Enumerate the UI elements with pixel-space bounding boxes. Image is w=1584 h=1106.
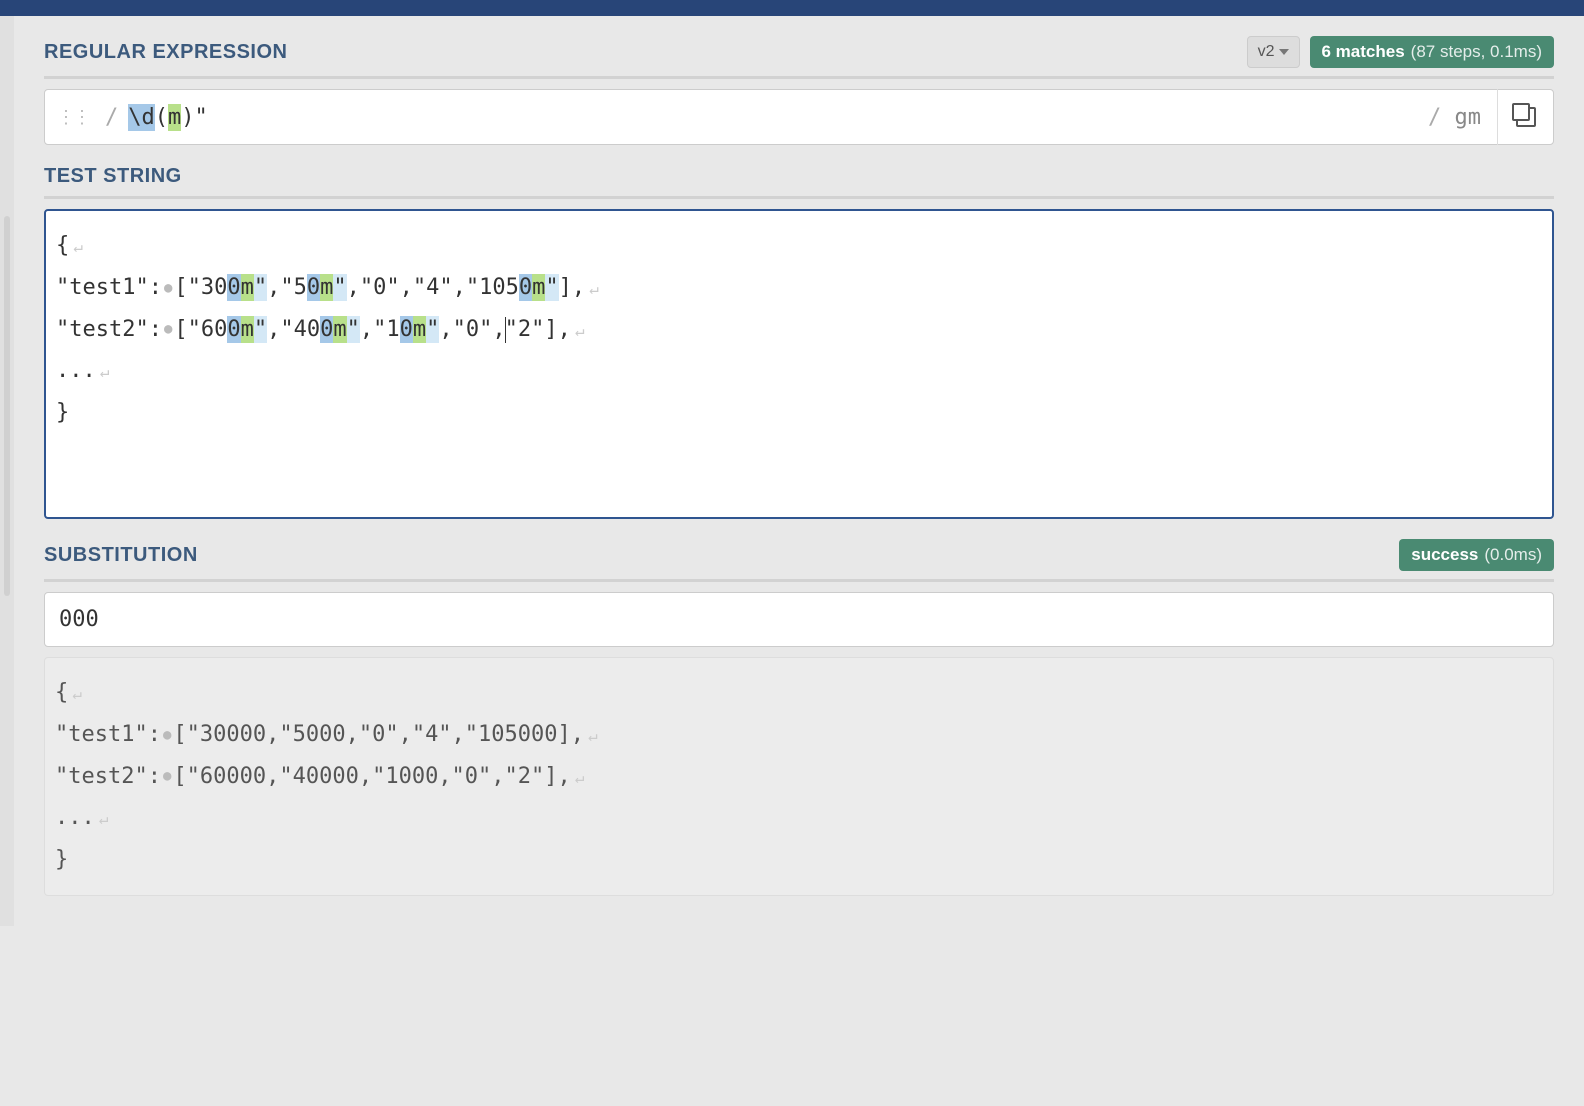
regex-input-row: ⋮⋮ / \d(m)" / gm	[44, 89, 1554, 145]
space-marker: ●	[162, 280, 174, 296]
substitution-input[interactable]: 000	[44, 592, 1554, 647]
side-rail	[0, 16, 14, 926]
substitution-section-header: SUBSTITUTION success (0.0ms)	[44, 519, 1554, 579]
regex-title: REGULAR EXPRESSION	[44, 41, 287, 64]
output-line: "test1":●["30000,"5000,"0","4","105000],…	[55, 714, 1543, 756]
copy-icon	[1516, 107, 1536, 127]
test-section-header: TEST STRING	[44, 145, 1554, 196]
regex-close-slash: /	[1428, 105, 1441, 130]
return-symbol: ↵	[584, 726, 598, 745]
output-line: }	[55, 839, 1543, 881]
return-symbol: ↵	[571, 321, 585, 340]
version-selector[interactable]: v2	[1247, 36, 1300, 68]
test-title: TEST STRING	[44, 165, 182, 188]
space-marker: ●	[161, 727, 173, 743]
match-count: 6 matches	[1322, 42, 1405, 62]
substitution-status-badge: success (0.0ms)	[1399, 539, 1554, 571]
regex-section-header: REGULAR EXPRESSION v2 6 matches (87 step…	[44, 16, 1554, 76]
match-detail: (87 steps, 0.1ms)	[1411, 42, 1542, 62]
version-label: v2	[1258, 43, 1275, 61]
test-line: {↵	[56, 225, 1542, 267]
substitution-value: 000	[59, 607, 99, 632]
return-symbol: ↵	[571, 768, 585, 787]
regex-token-d: \d	[128, 104, 155, 131]
sub-status-label: success	[1411, 545, 1478, 565]
chevron-down-icon	[1279, 49, 1289, 55]
regex-group-close: )	[181, 105, 194, 130]
regex-pattern-input[interactable]: \d(m)"	[122, 105, 1422, 130]
divider	[44, 76, 1554, 79]
regex-group-inner: m	[168, 104, 181, 131]
return-symbol: ↵	[585, 279, 599, 298]
test-string-input[interactable]: {↵ "test1":●["300m","50m","0","4","1050m…	[44, 209, 1554, 519]
test-line: "test2":●["600m","400m","10m","0","2"],↵	[56, 309, 1542, 351]
output-line: "test2":●["60000,"40000,"1000,"0","2"],↵	[55, 756, 1543, 798]
return-symbol: ↵	[95, 809, 109, 828]
space-marker: ●	[161, 768, 173, 784]
substitution-output: {↵ "test1":●["30000,"5000,"0","4","10500…	[44, 657, 1554, 896]
test-line: }	[56, 392, 1542, 434]
return-symbol: ↵	[69, 237, 83, 256]
match-count-badge: 6 matches (87 steps, 0.1ms)	[1310, 36, 1555, 68]
divider	[44, 579, 1554, 582]
regex-group-open: (	[155, 105, 168, 130]
copy-button[interactable]	[1497, 89, 1553, 145]
regex-open-slash: /	[101, 105, 122, 130]
return-symbol: ↵	[68, 684, 82, 703]
top-nav-bar	[0, 0, 1584, 16]
output-line: ...↵	[55, 797, 1543, 839]
return-symbol: ↵	[96, 362, 110, 381]
drag-handle-icon[interactable]: ⋮⋮	[45, 107, 101, 128]
space-marker: ●	[162, 321, 174, 337]
substitution-title: SUBSTITUTION	[44, 544, 198, 567]
regex-flags: gm	[1455, 105, 1482, 130]
sub-status-time: (0.0ms)	[1484, 545, 1542, 565]
divider	[44, 196, 1554, 199]
test-line: "test1":●["300m","50m","0","4","1050m"],…	[56, 267, 1542, 309]
test-line: ...↵	[56, 350, 1542, 392]
regex-flags-area[interactable]: / gm	[1422, 105, 1497, 130]
output-line: {↵	[55, 672, 1543, 714]
regex-trailing: "	[195, 105, 208, 130]
scroll-gutter[interactable]	[4, 216, 10, 596]
